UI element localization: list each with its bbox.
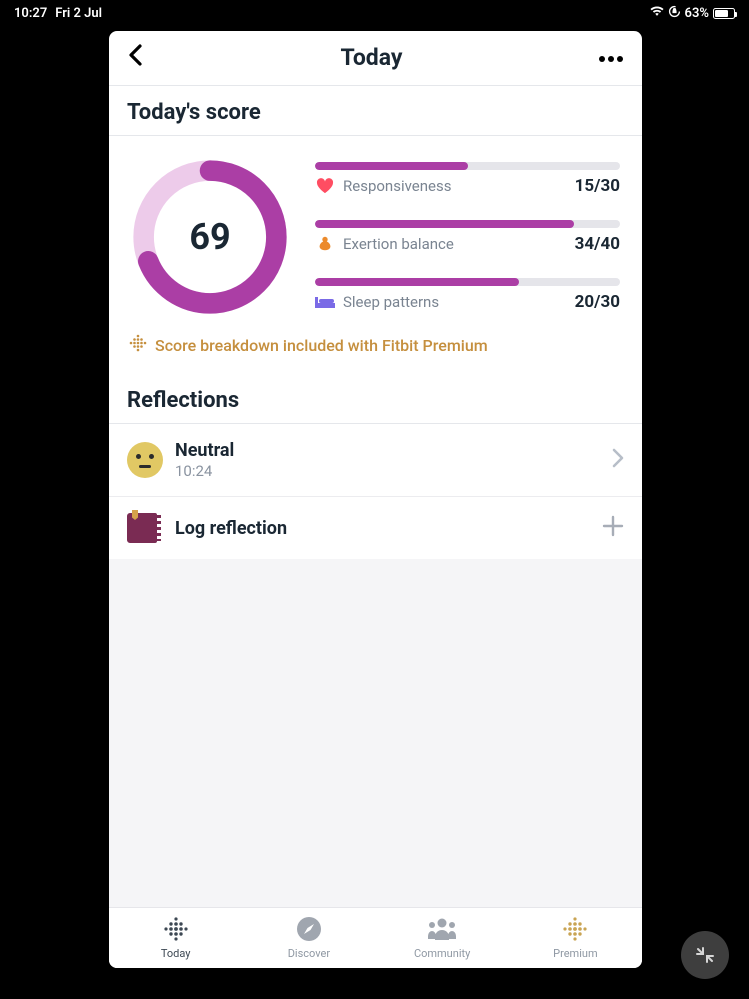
reflections-heading: Reflections: [109, 374, 642, 423]
today-icon: [161, 914, 191, 944]
more-button[interactable]: [598, 48, 624, 67]
score-ring: 69: [131, 158, 289, 316]
tab-label: Today: [161, 947, 191, 960]
metric-score: 15/30: [575, 176, 620, 196]
app-window: Today Today's score 69 Responsiveness 15…: [109, 31, 642, 968]
tab-label: Discover: [288, 947, 330, 960]
chevron-right-icon: [612, 448, 624, 472]
score-heading: Today's score: [109, 86, 642, 135]
log-reflection-label: Log reflection: [175, 518, 602, 539]
neutral-face-icon: [127, 442, 163, 478]
heart-icon: [315, 176, 335, 196]
tab-today[interactable]: Today: [109, 914, 242, 960]
tab-community[interactable]: Community: [376, 914, 509, 960]
tab-label: Community: [414, 947, 470, 960]
minimize-fab[interactable]: [681, 931, 729, 979]
battery-percentage: 63%: [685, 6, 709, 21]
exertion-icon: [315, 234, 335, 254]
tab-label: Premium: [553, 947, 597, 960]
score-panel: 69 Responsiveness 15/30 Exertion balance…: [109, 136, 642, 322]
metrics-list: Responsiveness 15/30 Exertion balance 34…: [315, 158, 620, 316]
device-status-bar: 10:27 Fri 2 Jul 63%: [0, 0, 749, 22]
metric-exertion: Exertion balance 34/40: [315, 220, 620, 254]
reflection-title: Neutral: [175, 440, 612, 461]
page-title: Today: [341, 44, 403, 71]
premium-upsell[interactable]: Score breakdown included with Fitbit Pre…: [109, 322, 642, 374]
metric-sleep: Sleep patterns 20/30: [315, 278, 620, 312]
metric-responsiveness: Responsiveness 15/30: [315, 162, 620, 196]
community-icon: [427, 914, 457, 944]
status-date: Fri 2 Jul: [55, 6, 102, 21]
orientation-lock-icon: [668, 5, 681, 22]
metric-label: Sleep patterns: [343, 293, 567, 311]
premium-icon: [129, 334, 147, 356]
journal-icon: [127, 513, 157, 543]
battery-icon: [713, 8, 735, 19]
premium-text: Score breakdown included with Fitbit Pre…: [155, 336, 488, 355]
bed-icon: [315, 292, 335, 312]
score-value: 69: [131, 158, 289, 316]
tab-bar: Today Discover Community Premium: [109, 907, 642, 968]
back-button[interactable]: [127, 43, 145, 71]
metric-label: Responsiveness: [343, 177, 567, 195]
status-time: 10:27: [14, 6, 47, 21]
reflection-entry[interactable]: Neutral 10:24: [109, 424, 642, 497]
empty-space: [109, 559, 642, 907]
reflection-time: 10:24: [175, 462, 612, 480]
compass-icon: [294, 914, 324, 944]
metric-score: 34/40: [575, 234, 620, 254]
tab-discover[interactable]: Discover: [242, 914, 375, 960]
tab-premium[interactable]: Premium: [509, 914, 642, 960]
metric-label: Exertion balance: [343, 235, 567, 253]
log-reflection-button[interactable]: Log reflection: [109, 497, 642, 559]
plus-icon: [602, 515, 624, 541]
nav-bar: Today: [109, 31, 642, 85]
metric-score: 20/30: [575, 292, 620, 312]
wifi-icon: [650, 6, 664, 21]
premium-icon: [560, 914, 590, 944]
